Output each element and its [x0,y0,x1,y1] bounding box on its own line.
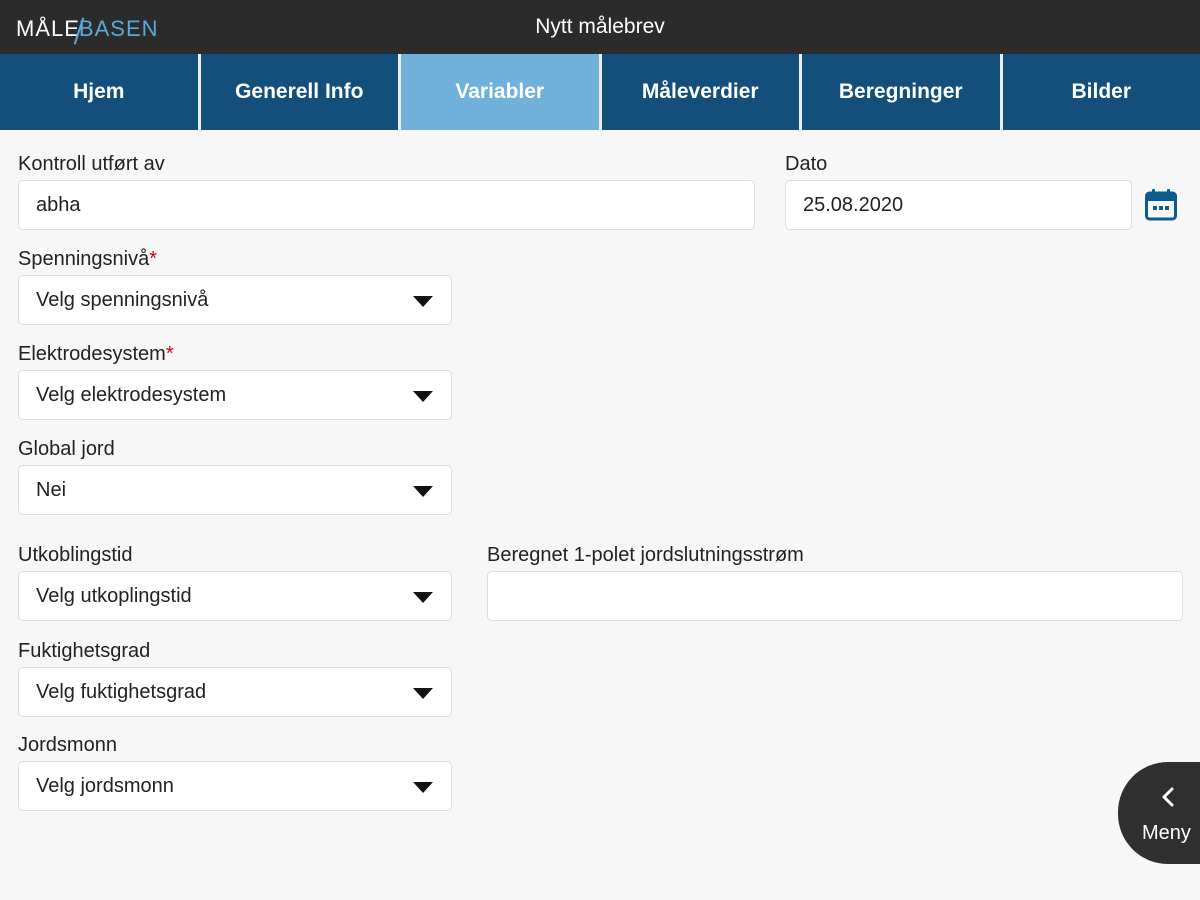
global-jord-value: Nei [36,478,67,501]
dropdown-arrow-icon [413,782,433,793]
app-header: MÅLE BASEN Nytt målebrev [0,0,1200,54]
dato-label: Dato [785,153,828,175]
jordsmonn-value: Velg jordsmonn [36,774,174,797]
dropdown-arrow-icon [413,391,433,402]
tab-beregninger[interactable]: Beregninger [802,54,1003,130]
elektrodesystem-label-text: Elektrodesystem [18,343,166,365]
required-mark: * [149,248,158,270]
tab-variabler[interactable]: Variabler [401,54,602,130]
menu-button[interactable]: Meny [1118,762,1200,864]
tab-maleverdier[interactable]: Måleverdier [601,54,802,130]
fuktighetsgrad-value: Velg fuktighetsgrad [36,680,207,703]
page-title: Nytt målebrev [535,15,665,38]
tab-bar: Hjem Generell Info Variabler Måleverdier… [0,54,1200,130]
elektrodesystem-select[interactable]: Velg elektrodesystem [18,370,452,420]
beregnet-input[interactable] [487,571,1183,621]
dato-input[interactable]: 25.08.2020 [785,180,1132,230]
global-jord-label: Global jord [18,438,115,460]
fuktighetsgrad-label: Fuktighetsgrad [18,640,151,662]
tab-generell-info[interactable]: Generell Info [200,54,401,130]
dropdown-arrow-icon [413,688,433,699]
tab-bilder[interactable]: Bilder [1002,54,1200,130]
menu-label: Meny [1142,822,1191,844]
calendar-icon[interactable] [1145,188,1177,221]
spenningsniva-label: Spenningsnivå* [18,248,157,271]
global-jord-select[interactable]: Nei [18,465,452,515]
elektrodesystem-label: Elektrodesystem* [18,343,174,366]
tab-hjem[interactable]: Hjem [0,54,201,130]
utkoblingstid-select[interactable]: Velg utkoplingstid [18,571,452,621]
kontroll-input[interactable]: abha [18,180,755,230]
spenningsniva-value: Velg spenningsnivå [36,288,209,311]
dropdown-arrow-icon [413,486,433,497]
spenningsniva-label-text: Spenningsnivå [18,248,150,270]
kontroll-label: Kontroll utført av [18,153,165,175]
utkoblingstid-label: Utkoblingstid [18,544,133,566]
elektrodesystem-value: Velg elektrodesystem [36,383,227,406]
chevron-left-icon [1162,787,1174,807]
fuktighetsgrad-select[interactable]: Velg fuktighetsgrad [18,667,452,717]
beregnet-label: Beregnet 1-polet jordslutningsstrøm [487,544,804,566]
utkoblingstid-value: Velg utkoplingstid [36,584,192,607]
jordsmonn-select[interactable]: Velg jordsmonn [18,761,452,811]
jordsmonn-label: Jordsmonn [18,734,117,756]
dropdown-arrow-icon [413,592,433,603]
dropdown-arrow-icon [413,296,433,307]
spenningsniva-select[interactable]: Velg spenningsnivå [18,275,452,325]
required-mark: * [165,343,174,365]
